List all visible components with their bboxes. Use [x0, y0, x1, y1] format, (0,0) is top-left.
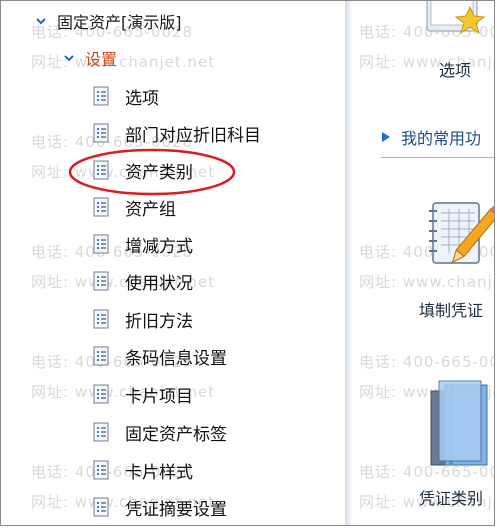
document-list-icon	[93, 197, 109, 217]
tree-item-card-fields[interactable]: 卡片项目	[93, 382, 193, 407]
books-icon[interactable]	[425, 377, 495, 469]
tree-item-label: 选项	[125, 88, 159, 109]
tree-root-label: 固定资产[演示版]	[57, 13, 182, 32]
document-list-icon	[93, 309, 109, 329]
tree-item-label: 固定资产标签	[125, 424, 227, 445]
document-list-icon	[93, 422, 109, 442]
tree-root-fixed-assets[interactable]: 固定资产[演示版]	[35, 9, 182, 33]
tree-item-asset-category[interactable]: 资产类别	[93, 158, 193, 183]
document-list-icon	[93, 271, 109, 291]
tree-item-asset-label[interactable]: 固定资产标签	[93, 420, 227, 445]
document-list-icon	[93, 460, 109, 480]
document-list-icon	[93, 384, 109, 404]
app-frame: 电话: 400-665-0028 网址: www.chanjet.net 电话:…	[0, 0, 495, 526]
tree-item-barcode-settings[interactable]: 条码信息设置	[93, 344, 227, 369]
tree-item-change-method[interactable]: 增减方式	[93, 232, 193, 257]
tree-item-label: 增减方式	[125, 236, 193, 257]
navigation-tree: 电话: 400-665-0028 网址: www.chanjet.net 电话:…	[1, 1, 345, 525]
tree-item-voucher-summary[interactable]: 凭证摘要设置	[93, 495, 227, 520]
chevron-down-icon[interactable]	[63, 52, 75, 64]
quick-fill-voucher-label[interactable]: 填制凭证	[419, 297, 483, 321]
document-list-icon	[93, 497, 109, 517]
tree-item-label: 资产类别	[125, 162, 193, 183]
watermark-phone: 电话: 400-665-0028	[359, 353, 494, 371]
tree-item-depreciation-method[interactable]: 折旧方法	[93, 307, 193, 332]
document-list-icon	[93, 234, 109, 254]
tree-item-label: 资产组	[125, 199, 176, 220]
document-list-icon	[93, 123, 109, 143]
tree-item-usage-status[interactable]: 使用状况	[93, 269, 193, 294]
chevron-down-icon[interactable]	[35, 15, 47, 27]
tree-item-asset-group[interactable]: 资产组	[93, 195, 176, 220]
tree-item-label: 条码信息设置	[125, 348, 227, 369]
tree-item-label: 凭证摘要设置	[125, 499, 227, 520]
section-title: 我的常用功	[401, 129, 482, 148]
document-list-icon	[93, 86, 109, 106]
quick-functions-pane: 电话: 400-665-0028 网址: www.chanjet.net 电话:…	[351, 1, 494, 525]
star-window-icon[interactable]	[423, 1, 491, 43]
document-list-icon	[93, 160, 109, 180]
triangle-right-icon	[382, 132, 390, 142]
tree-item-label: 折旧方法	[125, 311, 193, 332]
section-my-common-functions: 我的常用功	[381, 125, 481, 149]
tree-group-label: 设置	[85, 50, 118, 69]
tree-item-options[interactable]: 选项	[93, 84, 159, 109]
tree-item-label: 卡片项目	[125, 386, 193, 407]
tree-group-settings[interactable]: 设置	[63, 46, 117, 70]
tree-item-label: 卡片样式	[125, 462, 193, 483]
section-divider	[381, 157, 494, 158]
notebook-pencil-icon[interactable]	[425, 197, 495, 279]
tree-item-card-style[interactable]: 卡片样式	[93, 458, 193, 483]
tree-item-dept-depreciation[interactable]: 部门对应折旧科目	[93, 121, 261, 146]
tree-item-label: 使用状况	[125, 273, 193, 294]
quick-options-label[interactable]: 选项	[439, 57, 471, 81]
document-list-icon	[93, 346, 109, 366]
watermark-site: 网址: www.chanjet.net	[359, 53, 494, 71]
watermark-site: 网址: www.chanjet.net	[31, 53, 216, 71]
tree-item-label: 部门对应折旧科目	[125, 125, 261, 146]
quick-voucher-type-label[interactable]: 凭证类别	[419, 485, 483, 509]
